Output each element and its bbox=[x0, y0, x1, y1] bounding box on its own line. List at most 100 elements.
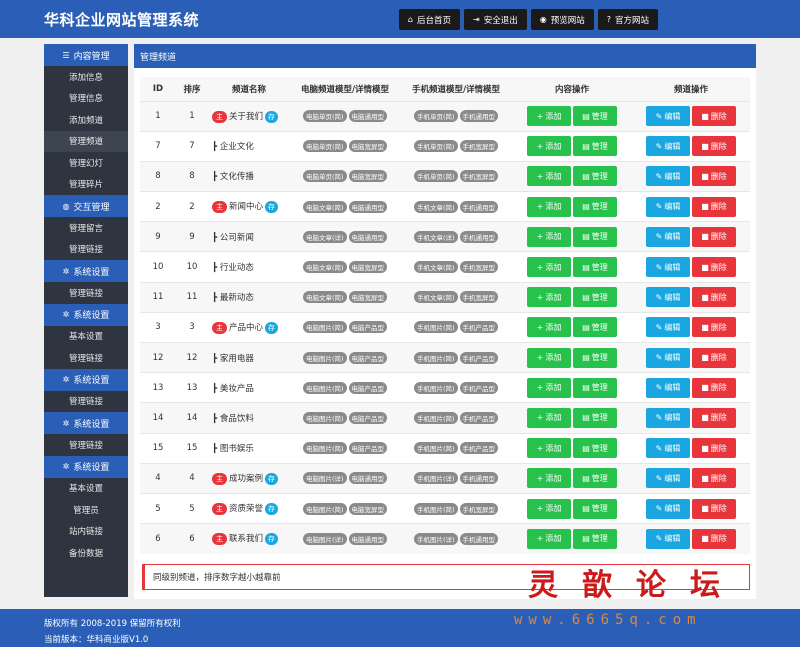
sidebar-item[interactable]: 管理链接 bbox=[44, 347, 128, 369]
add-button[interactable]: + 添加 bbox=[527, 377, 571, 398]
add-button[interactable]: + 添加 bbox=[527, 166, 571, 187]
manage-button[interactable]: ▤ 管理 bbox=[573, 196, 617, 217]
edit-button[interactable]: ✎ 编辑 bbox=[646, 257, 690, 278]
button-label: 管理 bbox=[591, 232, 608, 242]
add-button[interactable]: + 添加 bbox=[527, 317, 571, 338]
delete-button[interactable]: ■ 删除 bbox=[692, 136, 736, 157]
sidebar-item[interactable]: 添加频道 bbox=[44, 109, 128, 131]
sidebar-section-head5[interactable]: ✲ 系统设置 bbox=[44, 368, 128, 391]
sidebar-item[interactable]: 管理链接 bbox=[44, 391, 128, 413]
cell-content-ops: + 添加 ▤ 管理 bbox=[512, 130, 632, 162]
delete-button[interactable]: ■ 删除 bbox=[692, 528, 736, 549]
delete-button[interactable]: ■ 删除 bbox=[692, 106, 736, 127]
edit-button[interactable]: ✎ 编辑 bbox=[646, 377, 690, 398]
edit-button[interactable]: ✎ 编辑 bbox=[646, 528, 690, 549]
edit-button[interactable]: ✎ 编辑 bbox=[646, 136, 690, 157]
delete-button[interactable]: ■ 删除 bbox=[692, 317, 736, 338]
cell-id: 10 bbox=[140, 251, 176, 283]
sidebar-item[interactable]: 基本设置 bbox=[44, 326, 128, 348]
cell-channel-ops: ✎ 编辑 ■ 删除 bbox=[632, 160, 750, 192]
manage-button[interactable]: ▤ 管理 bbox=[573, 287, 617, 308]
sidebar-item[interactable]: 添加信息 bbox=[44, 66, 128, 88]
sidebar-item[interactable]: 管理频道 bbox=[44, 130, 128, 152]
manage-button[interactable]: ▤ 管理 bbox=[573, 317, 617, 338]
manage-button[interactable]: ▤ 管理 bbox=[573, 347, 617, 368]
sidebar-section-head3[interactable]: ✲ 系统设置 bbox=[44, 260, 128, 282]
edit-button[interactable]: ✎ 编辑 bbox=[646, 407, 690, 428]
add-button[interactable]: + 添加 bbox=[527, 347, 571, 368]
edit-button[interactable]: ✎ 编辑 bbox=[646, 196, 690, 217]
button-label: 删除 bbox=[710, 322, 727, 332]
sidebar-section-head1[interactable]: ☰ 内容管理 bbox=[44, 44, 128, 66]
delete-button[interactable]: ■ 删除 bbox=[692, 438, 736, 459]
sidebar-item[interactable]: 管理链接 bbox=[44, 239, 128, 261]
edit-button[interactable]: ✎ 编辑 bbox=[646, 317, 690, 338]
manage-button[interactable]: ▤ 管理 bbox=[573, 166, 617, 187]
delete-button[interactable]: ■ 删除 bbox=[692, 226, 736, 247]
manage-button[interactable]: ▤ 管理 bbox=[573, 136, 617, 157]
delete-button[interactable]: ■ 删除 bbox=[692, 347, 736, 368]
edit-button[interactable]: ✎ 编辑 bbox=[646, 287, 690, 308]
delete-button[interactable]: ■ 删除 bbox=[692, 498, 736, 519]
model-pill: 手机通用型 bbox=[459, 472, 499, 485]
sidebar-item[interactable]: 备份数据 bbox=[44, 542, 128, 564]
edit-button[interactable]: ✎ 编辑 bbox=[646, 226, 690, 247]
edit-button[interactable]: ✎ 编辑 bbox=[646, 438, 690, 459]
sidebar-section-head6[interactable]: ✲ 系统设置 bbox=[44, 412, 128, 434]
cell-pc-model: 电脑文章(简) 电脑通用型 bbox=[290, 191, 400, 222]
top-nav-button[interactable]: ? 官方网站 bbox=[597, 9, 658, 30]
delete-button[interactable]: ■ 删除 bbox=[692, 287, 736, 308]
content-panel: 管理频道 ID 排序 频道名称 电脑频道模型/详情模型 手机频道模型/详情模型 内容操作频… bbox=[134, 44, 756, 599]
add-button[interactable]: + 添加 bbox=[527, 287, 571, 308]
manage-button[interactable]: ▤ 管理 bbox=[573, 468, 617, 489]
delete-button[interactable]: ■ 删除 bbox=[692, 468, 736, 489]
sidebar-item[interactable]: 基本设置 bbox=[44, 478, 128, 500]
manage-button[interactable]: ▤ 管理 bbox=[573, 257, 617, 278]
sidebar-item[interactable]: 管理链接 bbox=[44, 434, 128, 456]
add-button[interactable]: + 添加 bbox=[527, 136, 571, 157]
sidebar-section-head7[interactable]: ✲ 系统设置 bbox=[44, 455, 128, 478]
sidebar-item[interactable]: 管理信息 bbox=[44, 88, 128, 110]
edit-button[interactable]: ✎ 编辑 bbox=[646, 347, 690, 368]
list-icon: ▤ bbox=[582, 473, 590, 483]
add-button[interactable]: + 添加 bbox=[527, 528, 571, 549]
manage-button[interactable]: ▤ 管理 bbox=[573, 528, 617, 549]
delete-button[interactable]: ■ 删除 bbox=[692, 196, 736, 217]
edit-button[interactable]: ✎ 编辑 bbox=[646, 498, 690, 519]
sidebar-item[interactable]: 站内链接 bbox=[44, 521, 128, 543]
manage-button[interactable]: ▤ 管理 bbox=[573, 106, 617, 127]
add-button[interactable]: + 添加 bbox=[527, 468, 571, 489]
add-button[interactable]: + 添加 bbox=[527, 438, 571, 459]
sidebar-item[interactable]: 管理链接 bbox=[44, 282, 128, 304]
manage-button[interactable]: ▤ 管理 bbox=[573, 226, 617, 247]
add-button[interactable]: + 添加 bbox=[527, 257, 571, 278]
manage-button[interactable]: ▤ 管理 bbox=[573, 377, 617, 398]
sidebar-section-head4[interactable]: ✲ 系统设置 bbox=[44, 303, 128, 326]
manage-button[interactable]: ▤ 管理 bbox=[573, 407, 617, 428]
sidebar-item[interactable]: 管理幻灯 bbox=[44, 152, 128, 174]
manage-button[interactable]: ▤ 管理 bbox=[573, 498, 617, 519]
delete-button[interactable]: ■ 删除 bbox=[692, 257, 736, 278]
edit-button[interactable]: ✎ 编辑 bbox=[646, 106, 690, 127]
sidebar-section-head2[interactable]: ◍ 交互管理 bbox=[44, 195, 128, 217]
delete-button[interactable]: ■ 删除 bbox=[692, 407, 736, 428]
add-button[interactable]: + 添加 bbox=[527, 407, 571, 428]
top-nav-button[interactable]: ⌂ 后台首页 bbox=[398, 9, 461, 30]
top-nav-button[interactable]: ⇥ 安全退出 bbox=[464, 9, 527, 30]
delete-button[interactable]: ■ 删除 bbox=[692, 166, 736, 187]
manage-button[interactable]: ▤ 管理 bbox=[573, 438, 617, 459]
add-button[interactable]: + 添加 bbox=[527, 226, 571, 247]
sidebar-item[interactable]: 管理员 bbox=[44, 499, 128, 521]
sidebar-item[interactable]: 管理留言 bbox=[44, 217, 128, 239]
save-tag: 存 bbox=[265, 533, 279, 546]
edit-button[interactable]: ✎ 编辑 bbox=[646, 166, 690, 187]
top-nav-button[interactable]: ◉ 预览网站 bbox=[530, 9, 594, 30]
delete-button[interactable]: ■ 删除 bbox=[692, 377, 736, 398]
table-row: 1 1 主关于我们存电脑单页(简) 电脑通用型 手机单页(简) 手机通用型 + 添加 ▤ 管理 ✎ 编… bbox=[140, 100, 750, 132]
add-button[interactable]: + 添加 bbox=[527, 498, 571, 519]
add-button[interactable]: + 添加 bbox=[527, 106, 571, 127]
model-pill: 电脑通用型 bbox=[348, 110, 388, 123]
add-button[interactable]: + 添加 bbox=[527, 196, 571, 217]
sidebar-item[interactable]: 管理碎片 bbox=[44, 174, 128, 196]
edit-button[interactable]: ✎ 编辑 bbox=[646, 468, 690, 489]
